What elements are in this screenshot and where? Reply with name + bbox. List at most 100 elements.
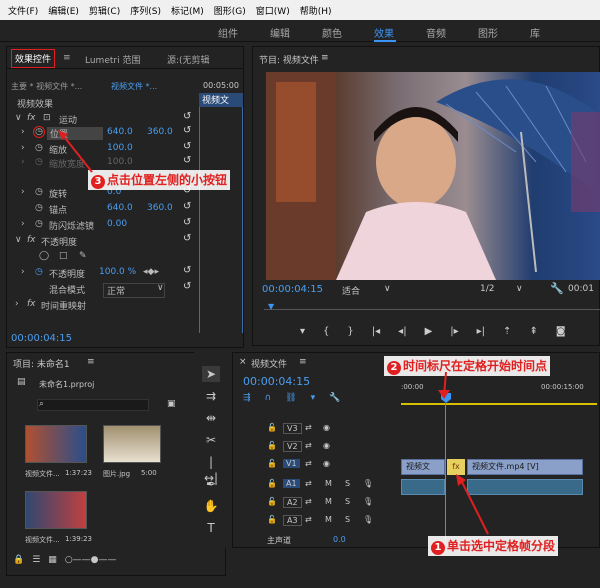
- step-back-icon[interactable]: ◂|: [398, 326, 406, 337]
- wrench-icon[interactable]: 🔧: [550, 282, 564, 295]
- menu-window[interactable]: 窗口(W): [256, 4, 290, 17]
- thumb-image[interactable]: [103, 425, 161, 463]
- mic-icon[interactable]: 🎙: [363, 497, 373, 506]
- solo-button[interactable]: S: [345, 479, 350, 488]
- lock-icon[interactable]: 🔒: [13, 555, 24, 565]
- thumb-video-1[interactable]: [25, 425, 87, 463]
- fx-timecode[interactable]: 00:00:04:15: [11, 333, 72, 344]
- scale-row[interactable]: › ◷ 缩放 100.0: [7, 143, 199, 157]
- workspace-editing[interactable]: 编辑: [270, 25, 290, 40]
- reset-icon[interactable]: ↺: [183, 217, 191, 228]
- mic-icon[interactable]: 🎙: [363, 515, 373, 524]
- track-select-tool-icon[interactable]: ⇉: [202, 388, 220, 404]
- position-y-value[interactable]: 360.0: [147, 127, 173, 137]
- pen-mask-icon[interactable]: ✎: [79, 251, 87, 261]
- selection-tool-icon[interactable]: ➤: [202, 366, 220, 382]
- nest-icon[interactable]: ⇶: [243, 393, 251, 403]
- chevron-down-icon[interactable]: ∨: [384, 284, 391, 294]
- position-x-value[interactable]: 640.0: [107, 127, 133, 137]
- lock-icon[interactable]: 🔓: [267, 441, 277, 450]
- chevron-right-icon[interactable]: ›: [21, 143, 25, 153]
- lock-icon[interactable]: 🔓: [267, 459, 277, 468]
- reset-icon[interactable]: ↺: [183, 281, 191, 292]
- time-remap-row[interactable]: › fx 时间重映射: [7, 299, 199, 313]
- sync-lock-icon[interactable]: ⇄: [305, 515, 312, 524]
- position-row[interactable]: › ◷ 位置 640.0 360.0: [7, 126, 199, 141]
- transform-icon[interactable]: ⊡: [43, 113, 51, 123]
- stopwatch-icon[interactable]: ◷: [33, 126, 45, 138]
- rectangle-mask-icon[interactable]: □: [59, 251, 68, 261]
- stopwatch-icon[interactable]: ◷: [35, 143, 43, 153]
- resolution-select[interactable]: 1/2: [480, 284, 494, 294]
- playhead-line[interactable]: [445, 403, 446, 543]
- reset-icon[interactable]: ↺: [183, 125, 191, 136]
- lock-icon[interactable]: 🔓: [267, 497, 277, 506]
- menu-file[interactable]: 文件(F): [8, 4, 38, 17]
- snap-icon[interactable]: ∩: [265, 393, 272, 403]
- scale-width-row[interactable]: › ◷ 缩放宽度 100.0: [7, 157, 199, 171]
- antiflicker-value[interactable]: 0.00: [107, 219, 127, 229]
- stopwatch-icon[interactable]: ◷: [35, 157, 43, 167]
- work-area-bar[interactable]: [401, 403, 597, 405]
- chevron-right-icon[interactable]: ›: [21, 187, 25, 197]
- chevron-down-icon[interactable]: ∨: [15, 235, 22, 245]
- menu-icon[interactable]: ≡: [321, 53, 329, 63]
- menu-icon[interactable]: ≡: [87, 357, 95, 367]
- extract-icon[interactable]: ⇞: [529, 326, 537, 337]
- reset-icon[interactable]: ↺: [183, 155, 191, 166]
- opacity-section-row[interactable]: ∨ fx 不透明度: [7, 235, 199, 249]
- razor-tool-icon[interactable]: ✂: [202, 432, 220, 448]
- program-scrubber[interactable]: [264, 300, 600, 310]
- sync-lock-icon[interactable]: ⇄: [305, 441, 312, 450]
- settings-wrench-icon[interactable]: 🔧: [329, 393, 340, 403]
- anchor-y-value[interactable]: 360.0: [147, 203, 173, 213]
- stopwatch-icon[interactable]: ◷: [35, 187, 43, 197]
- slip-tool-icon[interactable]: |↔|: [202, 454, 220, 485]
- workspace-effects[interactable]: 效果: [374, 25, 394, 40]
- sync-lock-icon[interactable]: ⇄: [305, 423, 312, 432]
- motion-row[interactable]: ∨ fx ⊡ 运动: [7, 113, 199, 127]
- go-to-in-icon[interactable]: |◂: [372, 326, 380, 337]
- sequence-clip-label[interactable]: 视频文件 *...: [111, 81, 157, 92]
- blend-mode-select[interactable]: 正常: [103, 283, 165, 298]
- search-icon[interactable]: ⌕: [39, 399, 44, 409]
- eye-icon[interactable]: ◉: [323, 441, 330, 450]
- opacity-row[interactable]: › ◷ 不透明度 100.0 % ◂◆▸: [7, 267, 199, 281]
- timeline-timecode[interactable]: 00:00:04:15: [243, 375, 310, 388]
- workspace-graphics[interactable]: 图形: [478, 25, 498, 40]
- mark-out-icon[interactable]: }: [347, 326, 353, 337]
- reset-icon[interactable]: ↺: [183, 233, 191, 244]
- menu-graphics[interactable]: 图形(G): [214, 4, 246, 17]
- ellipse-mask-icon[interactable]: ◯: [39, 251, 49, 261]
- menu-icon[interactable]: ≡: [299, 357, 307, 367]
- add-marker-icon[interactable]: ▾: [311, 393, 316, 403]
- menu-clip[interactable]: 剪辑(C): [89, 4, 120, 17]
- new-bin-icon[interactable]: ▣: [167, 399, 176, 409]
- solo-button[interactable]: S: [345, 515, 350, 524]
- tab-source[interactable]: 源:(无剪辑: [167, 53, 210, 66]
- opacity-value[interactable]: 100.0 %: [99, 267, 136, 277]
- lock-icon[interactable]: 🔓: [267, 515, 277, 524]
- menu-sequence[interactable]: 序列(S): [130, 4, 161, 17]
- timeline-title[interactable]: 视频文件: [251, 357, 287, 370]
- chevron-right-icon[interactable]: ›: [21, 157, 25, 167]
- linked-selection-icon[interactable]: ⛓: [285, 393, 296, 403]
- reset-icon[interactable]: ↺: [183, 141, 191, 152]
- tab-lumetri-scopes[interactable]: Lumetri 范围: [85, 53, 140, 66]
- playhead-icon[interactable]: ▼: [268, 302, 274, 311]
- chevron-right-icon[interactable]: ›: [21, 219, 25, 229]
- chevron-right-icon[interactable]: ›: [21, 127, 25, 137]
- workspace-libraries[interactable]: 库: [530, 25, 540, 40]
- camera-icon[interactable]: ◙: [556, 326, 566, 337]
- mute-button[interactable]: M: [325, 497, 332, 506]
- lock-icon[interactable]: 🔓: [267, 423, 277, 432]
- lift-icon[interactable]: ⇡: [503, 326, 511, 337]
- add-marker-icon[interactable]: ▾: [300, 326, 305, 337]
- program-timecode[interactable]: 00:00:04:15: [262, 284, 323, 295]
- chevron-right-icon[interactable]: ›: [15, 299, 19, 309]
- anchor-x-value[interactable]: 640.0: [107, 203, 133, 213]
- icon-view-icon[interactable]: ▦: [48, 555, 57, 565]
- eye-icon[interactable]: ◉: [323, 423, 330, 432]
- mute-button[interactable]: M: [325, 479, 332, 488]
- stopwatch-icon[interactable]: ◷: [35, 219, 43, 229]
